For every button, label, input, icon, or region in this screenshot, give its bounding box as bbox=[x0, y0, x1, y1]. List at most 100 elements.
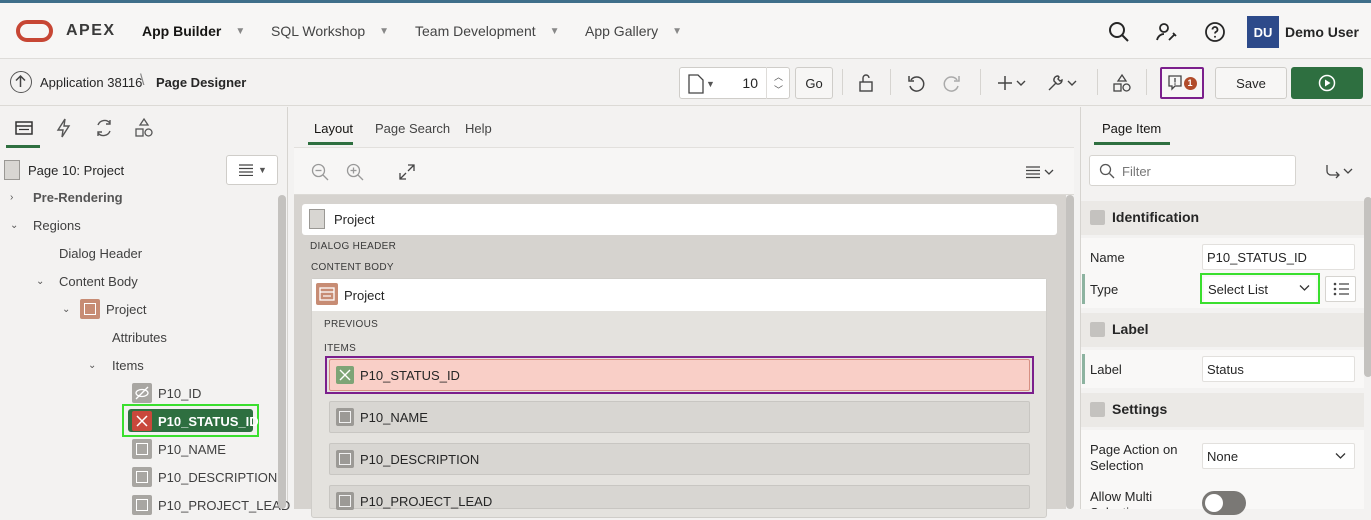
tree-node-item-p10-name[interactable]: P10_NAME bbox=[0, 436, 278, 464]
region-header[interactable] bbox=[312, 279, 1046, 311]
required-indicator bbox=[1082, 274, 1085, 304]
go-button[interactable]: Go bbox=[795, 67, 833, 99]
zoom-out-icon[interactable] bbox=[311, 163, 329, 181]
toolbar-divider bbox=[890, 69, 891, 95]
processing-tab-icon[interactable] bbox=[93, 117, 115, 139]
tree-node-pre-rendering[interactable]: › Pre-Rendering bbox=[0, 184, 278, 212]
tree-node-label: Dialog Header bbox=[59, 246, 143, 261]
tab-page-item[interactable]: Page Item bbox=[1102, 121, 1161, 136]
tree-scrollbar[interactable] bbox=[278, 195, 286, 509]
chevron-up-icon[interactable]: ︿ bbox=[774, 70, 783, 83]
region-title: Project bbox=[344, 288, 385, 303]
tab-layout[interactable]: Layout bbox=[314, 121, 353, 136]
chevron-down-icon[interactable]: ﹀ bbox=[774, 83, 783, 96]
utilities-wrench-icon[interactable] bbox=[1045, 73, 1079, 93]
lock-icon[interactable] bbox=[856, 73, 876, 93]
toggle-knob bbox=[1205, 494, 1223, 512]
group-identification-header[interactable]: Identification bbox=[1081, 201, 1364, 235]
search-icon[interactable] bbox=[1107, 20, 1131, 44]
breadcrumb-application[interactable]: Application 38116 bbox=[40, 75, 142, 90]
active-tab-indicator bbox=[1094, 142, 1170, 145]
dynamic-actions-tab-icon[interactable] bbox=[53, 117, 75, 139]
tree-node-label: Items bbox=[112, 358, 144, 373]
back-arrow-icon[interactable] bbox=[10, 71, 32, 93]
name-field[interactable]: P10_STATUS_ID bbox=[1202, 244, 1355, 270]
apex-brand[interactable]: APEX bbox=[66, 22, 116, 40]
chevron-right-icon[interactable]: › bbox=[10, 192, 13, 203]
page-stepper[interactable]: ︿ ﹀ bbox=[766, 67, 790, 99]
layout-item-p10-project-lead[interactable]: P10_PROJECT_LEAD bbox=[329, 485, 1030, 510]
go-to-group-button[interactable] bbox=[1303, 155, 1363, 186]
save-button[interactable]: Save bbox=[1215, 67, 1287, 99]
region-icon bbox=[80, 299, 100, 319]
shared-components-tab-icon[interactable] bbox=[133, 117, 155, 139]
create-plus-icon[interactable] bbox=[997, 73, 1029, 93]
tree-page-title[interactable]: Page 10: Project bbox=[28, 163, 124, 178]
tab-help[interactable]: Help bbox=[465, 121, 492, 136]
user-name[interactable]: Demo User bbox=[1285, 24, 1359, 40]
chevron-down-icon[interactable]: ⌄ bbox=[88, 360, 96, 371]
group-label-header[interactable]: Label bbox=[1081, 313, 1364, 347]
toolbar-divider bbox=[1097, 69, 1098, 95]
active-tab-indicator bbox=[308, 142, 353, 145]
chevron-down-icon[interactable] bbox=[1090, 402, 1105, 417]
tree-node-content-body[interactable]: ⌄ Content Body bbox=[0, 268, 278, 296]
allow-multi-toggle[interactable] bbox=[1202, 491, 1246, 515]
menu-team-development[interactable]: Team Development ▼ bbox=[415, 23, 560, 39]
property-scrollbar[interactable] bbox=[1364, 197, 1371, 377]
layout-menu-icon[interactable] bbox=[1026, 165, 1056, 179]
menu-app-gallery[interactable]: App Gallery ▼ bbox=[585, 23, 682, 39]
tree-node-item-p10-project-lead[interactable]: P10_PROJECT_LEAD bbox=[0, 492, 290, 520]
chevron-down-icon[interactable]: ⌄ bbox=[36, 276, 44, 287]
page-action-select[interactable]: None bbox=[1202, 443, 1355, 469]
tree-node-dialog-header[interactable]: Dialog Header bbox=[0, 240, 278, 268]
rendering-tab-icon[interactable] bbox=[13, 117, 35, 139]
tree-node-attributes[interactable]: Attributes bbox=[0, 324, 278, 352]
menu-sql-workshop[interactable]: SQL Workshop ▼ bbox=[271, 23, 389, 39]
undo-icon[interactable] bbox=[906, 73, 926, 93]
page-card[interactable]: Project bbox=[302, 204, 1057, 235]
group-settings-header[interactable]: Settings bbox=[1081, 393, 1364, 427]
tab-page-search[interactable]: Page Search bbox=[375, 121, 450, 136]
tree-node-items[interactable]: ⌄ Items bbox=[0, 352, 278, 380]
page-number-input[interactable]: 10 bbox=[728, 75, 758, 91]
layout-item-label: P10_STATUS_ID bbox=[360, 368, 460, 383]
messages-button[interactable]: 1 bbox=[1160, 67, 1204, 99]
oracle-logo-icon[interactable] bbox=[16, 20, 53, 42]
text-field-icon bbox=[336, 408, 354, 426]
top-navigation-bar: APEX App Builder ▼ SQL Workshop ▼ Team D… bbox=[0, 0, 1371, 59]
tree-node-project-region[interactable]: ⌄ Project bbox=[0, 296, 278, 324]
layout-item-label: P10_PROJECT_LEAD bbox=[360, 494, 493, 509]
chevron-down-icon[interactable] bbox=[1090, 322, 1105, 337]
shared-components-icon[interactable] bbox=[1112, 73, 1132, 93]
menu-app-builder[interactable]: App Builder ▼ bbox=[142, 23, 245, 39]
help-icon[interactable] bbox=[1203, 20, 1227, 44]
project-region[interactable] bbox=[311, 278, 1047, 518]
administration-icon[interactable] bbox=[1155, 20, 1179, 44]
type-list-button[interactable] bbox=[1325, 276, 1356, 302]
layout-scrollbar[interactable] bbox=[1066, 195, 1074, 509]
expand-icon[interactable] bbox=[398, 163, 416, 181]
save-and-run-button[interactable] bbox=[1291, 67, 1363, 99]
page-icon bbox=[688, 74, 704, 94]
redo-icon[interactable] bbox=[942, 73, 962, 93]
tree-node-item-p10-description[interactable]: P10_DESCRIPTION bbox=[0, 464, 278, 492]
layout-item-label: P10_NAME bbox=[360, 410, 428, 425]
page-icon bbox=[4, 160, 20, 180]
layout-item-p10-status-id[interactable]: P10_STATUS_ID bbox=[329, 359, 1030, 391]
prop-allow-multi-label: Allow Multi Selection bbox=[1090, 489, 1153, 509]
chevron-down-icon[interactable]: ⌄ bbox=[62, 304, 70, 315]
layout-item-p10-name[interactable]: P10_NAME bbox=[329, 401, 1030, 433]
zoom-in-icon[interactable] bbox=[346, 163, 364, 181]
label-field[interactable]: Status bbox=[1202, 356, 1355, 382]
page-card-title: Project bbox=[334, 212, 375, 227]
tree-node-regions[interactable]: ⌄ Regions bbox=[0, 212, 278, 240]
chevron-down-icon[interactable] bbox=[1090, 210, 1105, 225]
layout-item-p10-description[interactable]: P10_DESCRIPTION bbox=[329, 443, 1030, 475]
avatar[interactable]: DU bbox=[1247, 16, 1279, 48]
page-selector[interactable]: ▼ 10 ︿ ﹀ bbox=[679, 67, 790, 99]
property-editor-panel: Page Item Filter Identification Name P10… bbox=[1080, 107, 1371, 515]
tree-menu-button[interactable]: ▼ bbox=[226, 155, 278, 185]
filter-input[interactable]: Filter bbox=[1089, 155, 1296, 186]
chevron-down-icon[interactable]: ⌄ bbox=[10, 220, 18, 231]
